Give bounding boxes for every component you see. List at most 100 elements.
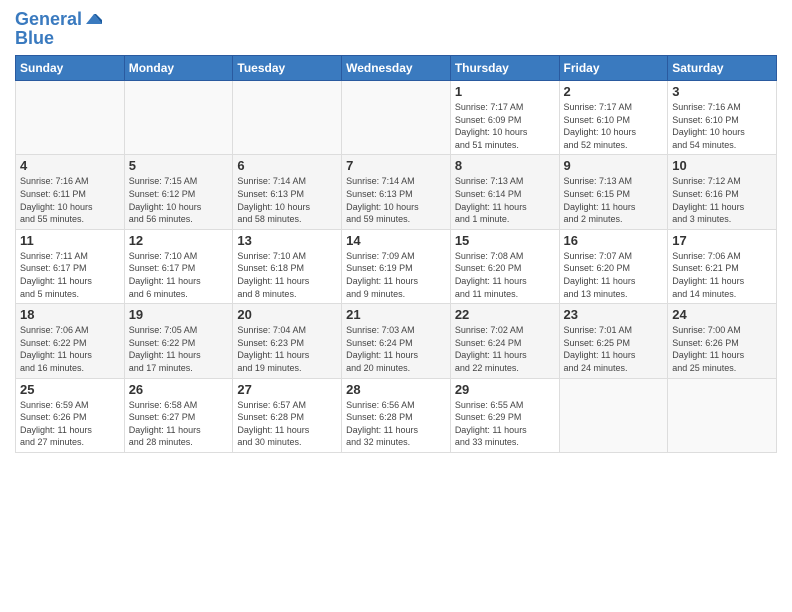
day-info: Sunrise: 7:16 AM Sunset: 6:10 PM Dayligh…	[672, 101, 772, 151]
day-info: Sunrise: 7:04 AM Sunset: 6:23 PM Dayligh…	[237, 324, 337, 374]
calendar-week-row: 4 Sunrise: 7:16 AM Sunset: 6:11 PM Daylig…	[16, 155, 777, 229]
calendar-cell: 29 Sunrise: 6:55 AM Sunset: 6:29 PM Dayli…	[450, 378, 559, 452]
calendar-cell: 1 Sunrise: 7:17 AM Sunset: 6:09 PM Daylig…	[450, 81, 559, 155]
calendar-cell: 13 Sunrise: 7:10 AM Sunset: 6:18 PM Dayli…	[233, 229, 342, 303]
calendar-body: 1 Sunrise: 7:17 AM Sunset: 6:09 PM Daylig…	[16, 81, 777, 453]
day-info: Sunrise: 7:16 AM Sunset: 6:11 PM Dayligh…	[20, 175, 120, 225]
calendar-cell: 2 Sunrise: 7:17 AM Sunset: 6:10 PM Daylig…	[559, 81, 668, 155]
calendar-cell: 27 Sunrise: 6:57 AM Sunset: 6:28 PM Dayli…	[233, 378, 342, 452]
calendar-table: SundayMondayTuesdayWednesdayThursdayFrid…	[15, 55, 777, 453]
header-row: General Blue	[15, 10, 777, 49]
day-number: 16	[564, 233, 664, 248]
calendar-cell: 9Sunrise: 7:13 AM Sunset: 6:15 PM Daylig…	[559, 155, 668, 229]
calendar-cell: 14 Sunrise: 7:09 AM Sunset: 6:19 PM Dayli…	[342, 229, 451, 303]
day-info: Sunrise: 7:12 AM Sunset: 6:16 PM Dayligh…	[672, 175, 772, 225]
calendar-cell: 26 Sunrise: 6:58 AM Sunset: 6:27 PM Dayli…	[124, 378, 233, 452]
day-info: Sunrise: 7:10 AM Sunset: 6:17 PM Dayligh…	[129, 250, 229, 300]
day-info: Sunrise: 7:17 AM Sunset: 6:10 PM Dayligh…	[564, 101, 664, 151]
day-number: 6	[237, 158, 337, 173]
day-info: Sunrise: 7:13 AM Sunset: 6:14 PM Dayligh…	[455, 175, 555, 225]
calendar-cell: 25Sunrise: 6:59 AM Sunset: 6:26 PM Dayli…	[16, 378, 125, 452]
day-header-wednesday: Wednesday	[342, 56, 451, 81]
day-number: 21	[346, 307, 446, 322]
day-info: Sunrise: 6:57 AM Sunset: 6:28 PM Dayligh…	[237, 399, 337, 449]
day-info: Sunrise: 7:06 AM Sunset: 6:21 PM Dayligh…	[672, 250, 772, 300]
main-container: General Blue SundayMondayTuesdayWednesda…	[0, 0, 792, 463]
day-info: Sunrise: 7:01 AM Sunset: 6:25 PM Dayligh…	[564, 324, 664, 374]
calendar-cell: 18 Sunrise: 7:06 AM Sunset: 6:22 PM Dayli…	[16, 304, 125, 378]
calendar-cell: 16 Sunrise: 7:07 AM Sunset: 6:20 PM Dayli…	[559, 229, 668, 303]
calendar-cell	[668, 378, 777, 452]
day-number: 12	[129, 233, 229, 248]
calendar-cell	[233, 81, 342, 155]
day-info: Sunrise: 7:15 AM Sunset: 6:12 PM Dayligh…	[129, 175, 229, 225]
calendar-week-row: 18 Sunrise: 7:06 AM Sunset: 6:22 PM Dayli…	[16, 304, 777, 378]
calendar-cell: 20Sunrise: 7:04 AM Sunset: 6:23 PM Dayli…	[233, 304, 342, 378]
calendar-cell: 15 Sunrise: 7:08 AM Sunset: 6:20 PM Dayli…	[450, 229, 559, 303]
day-number: 25	[20, 382, 120, 397]
day-info: Sunrise: 7:14 AM Sunset: 6:13 PM Dayligh…	[346, 175, 446, 225]
calendar-cell: 28 Sunrise: 6:56 AM Sunset: 6:28 PM Dayli…	[342, 378, 451, 452]
calendar-cell: 17Sunrise: 7:06 AM Sunset: 6:21 PM Dayli…	[668, 229, 777, 303]
calendar-cell	[124, 81, 233, 155]
day-info: Sunrise: 7:14 AM Sunset: 6:13 PM Dayligh…	[237, 175, 337, 225]
day-header-sunday: Sunday	[16, 56, 125, 81]
day-header-friday: Friday	[559, 56, 668, 81]
day-number: 3	[672, 84, 772, 99]
day-info: Sunrise: 7:17 AM Sunset: 6:09 PM Dayligh…	[455, 101, 555, 151]
day-number: 2	[564, 84, 664, 99]
day-info: Sunrise: 7:06 AM Sunset: 6:22 PM Dayligh…	[20, 324, 120, 374]
calendar-week-row: 25Sunrise: 6:59 AM Sunset: 6:26 PM Dayli…	[16, 378, 777, 452]
day-number: 22	[455, 307, 555, 322]
logo-text: General	[15, 10, 82, 30]
calendar-header-row: SundayMondayTuesdayWednesdayThursdayFrid…	[16, 56, 777, 81]
day-number: 1	[455, 84, 555, 99]
day-number: 27	[237, 382, 337, 397]
day-number: 11	[20, 233, 120, 248]
day-number: 28	[346, 382, 446, 397]
day-number: 18	[20, 307, 120, 322]
logo-blue: Blue	[15, 28, 104, 49]
day-info: Sunrise: 6:55 AM Sunset: 6:29 PM Dayligh…	[455, 399, 555, 449]
day-info: Sunrise: 7:13 AM Sunset: 6:15 PM Dayligh…	[564, 175, 664, 225]
day-info: Sunrise: 7:05 AM Sunset: 6:22 PM Dayligh…	[129, 324, 229, 374]
day-info: Sunrise: 7:10 AM Sunset: 6:18 PM Dayligh…	[237, 250, 337, 300]
calendar-week-row: 11 Sunrise: 7:11 AM Sunset: 6:17 PM Dayli…	[16, 229, 777, 303]
day-info: Sunrise: 6:56 AM Sunset: 6:28 PM Dayligh…	[346, 399, 446, 449]
day-number: 13	[237, 233, 337, 248]
logo: General Blue	[15, 10, 104, 49]
day-info: Sunrise: 6:58 AM Sunset: 6:27 PM Dayligh…	[129, 399, 229, 449]
calendar-cell: 11 Sunrise: 7:11 AM Sunset: 6:17 PM Dayli…	[16, 229, 125, 303]
day-info: Sunrise: 7:11 AM Sunset: 6:17 PM Dayligh…	[20, 250, 120, 300]
calendar-cell	[559, 378, 668, 452]
day-number: 15	[455, 233, 555, 248]
calendar-cell: 8 Sunrise: 7:13 AM Sunset: 6:14 PM Daylig…	[450, 155, 559, 229]
calendar-cell: 19 Sunrise: 7:05 AM Sunset: 6:22 PM Dayli…	[124, 304, 233, 378]
day-header-thursday: Thursday	[450, 56, 559, 81]
calendar-cell	[16, 81, 125, 155]
calendar-cell	[342, 81, 451, 155]
day-number: 8	[455, 158, 555, 173]
day-info: Sunrise: 7:03 AM Sunset: 6:24 PM Dayligh…	[346, 324, 446, 374]
day-header-monday: Monday	[124, 56, 233, 81]
day-number: 29	[455, 382, 555, 397]
calendar-cell: 6 Sunrise: 7:14 AM Sunset: 6:13 PM Daylig…	[233, 155, 342, 229]
day-header-saturday: Saturday	[668, 56, 777, 81]
day-number: 4	[20, 158, 120, 173]
calendar-cell: 21 Sunrise: 7:03 AM Sunset: 6:24 PM Dayli…	[342, 304, 451, 378]
calendar-cell: 4 Sunrise: 7:16 AM Sunset: 6:11 PM Daylig…	[16, 155, 125, 229]
day-info: Sunrise: 7:00 AM Sunset: 6:26 PM Dayligh…	[672, 324, 772, 374]
day-number: 14	[346, 233, 446, 248]
day-info: Sunrise: 7:07 AM Sunset: 6:20 PM Dayligh…	[564, 250, 664, 300]
day-info: Sunrise: 7:08 AM Sunset: 6:20 PM Dayligh…	[455, 250, 555, 300]
day-number: 19	[129, 307, 229, 322]
calendar-cell: 5Sunrise: 7:15 AM Sunset: 6:12 PM Daylig…	[124, 155, 233, 229]
day-number: 26	[129, 382, 229, 397]
calendar-cell: 3 Sunrise: 7:16 AM Sunset: 6:10 PM Daylig…	[668, 81, 777, 155]
day-number: 7	[346, 158, 446, 173]
calendar-cell: 24Sunrise: 7:00 AM Sunset: 6:26 PM Dayli…	[668, 304, 777, 378]
calendar-cell: 22Sunrise: 7:02 AM Sunset: 6:24 PM Dayli…	[450, 304, 559, 378]
day-info: Sunrise: 7:09 AM Sunset: 6:19 PM Dayligh…	[346, 250, 446, 300]
calendar-cell: 12 Sunrise: 7:10 AM Sunset: 6:17 PM Dayli…	[124, 229, 233, 303]
logo-icon	[84, 10, 104, 30]
